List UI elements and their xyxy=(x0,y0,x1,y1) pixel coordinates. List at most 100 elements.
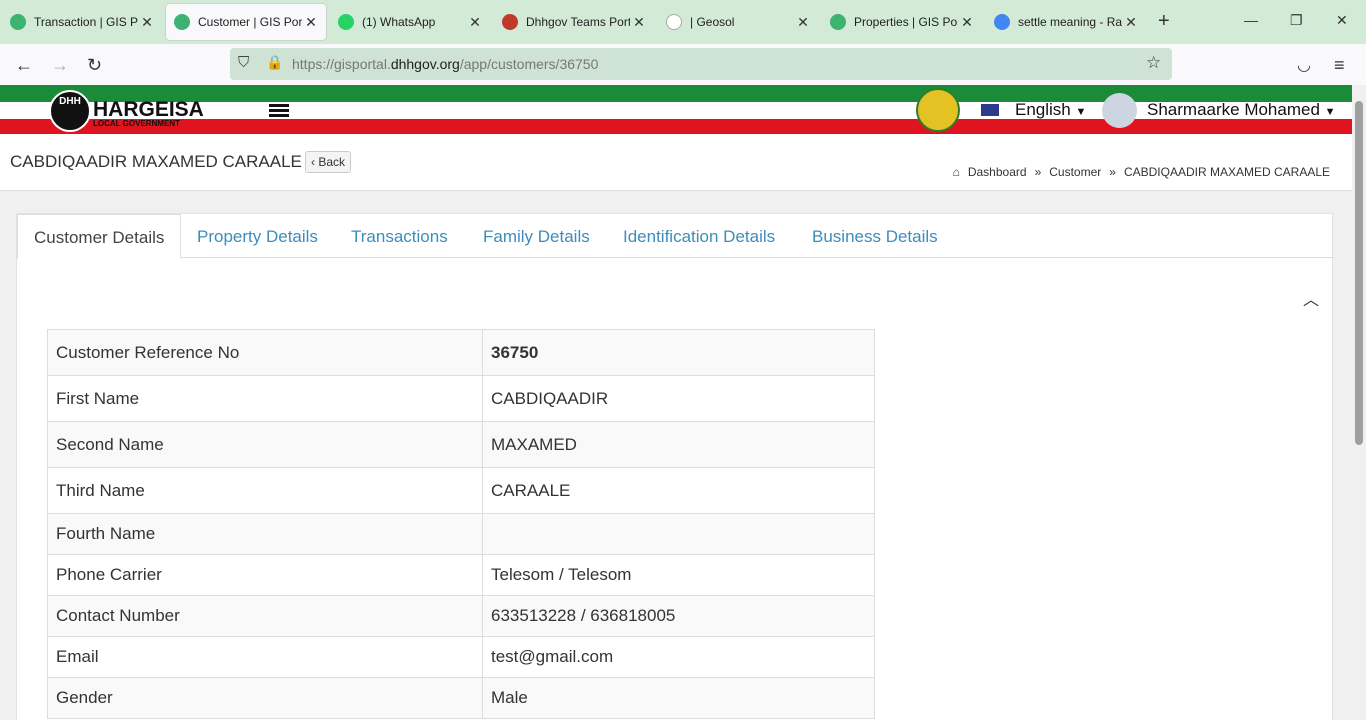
tab-property-details[interactable]: Property Details xyxy=(181,214,334,259)
detail-value: Male xyxy=(482,677,875,719)
shield-icon[interactable]: ⛉ xyxy=(238,54,249,71)
pocket-icon[interactable]: ◡ xyxy=(1297,55,1311,75)
hamburger-menu-icon[interactable] xyxy=(269,104,289,118)
new-tab-icon[interactable]: + xyxy=(1158,10,1170,33)
close-tab-icon[interactable]: ✕ xyxy=(794,14,812,31)
back-label: Back xyxy=(318,155,346,169)
breadcrumb: ⌂ Dashboard » Customer » CABDIQAADIR MAX… xyxy=(949,165,1334,179)
table-row: Email test@gmail.com xyxy=(47,636,875,678)
minimize-icon[interactable]: — xyxy=(1244,12,1258,28)
detail-value: CARAALE xyxy=(482,467,875,514)
close-tab-icon[interactable]: ✕ xyxy=(138,14,156,31)
gis-favicon-icon xyxy=(10,14,26,30)
tab-identification-details[interactable]: Identification Details xyxy=(607,214,791,259)
forward-arrow-icon[interactable]: → xyxy=(51,55,69,76)
url-text[interactable]: https://gisportal.dhhgov.org/app/custome… xyxy=(292,56,598,72)
table-row: Third Name CARAALE xyxy=(47,467,875,514)
site-header: DHH HARGEISA LOCAL GOVERNMENT English ▼ … xyxy=(0,85,1352,135)
page-title-bar: CABDIQAADIR MAXAMED CARAALE ‹ Back ⌂ Das… xyxy=(0,135,1352,191)
close-tab-icon[interactable]: ✕ xyxy=(302,14,320,31)
google-icon xyxy=(994,14,1010,30)
table-row: Second Name MAXAMED xyxy=(47,421,875,468)
table-row: Customer Reference No 36750 xyxy=(47,329,875,376)
caret-down-icon: ▼ xyxy=(1324,106,1336,118)
detail-label: Contact Number xyxy=(47,595,483,637)
detail-label: Gender xyxy=(47,677,483,719)
address-bar[interactable]: ⛉ 🔒 https://gisportal.dhhgov.org/app/cus… xyxy=(230,48,1172,80)
language-selector[interactable]: English ▼ xyxy=(1015,100,1086,120)
logo-subtitle: LOCAL GOVERNMENT xyxy=(93,119,180,128)
user-menu[interactable]: Sharmaarke Mohamed ▼ xyxy=(1147,100,1336,120)
chevron-up-icon[interactable]: ︿ xyxy=(1303,286,1319,310)
browser-nav-bar: ← → ↻ ⛉ 🔒 https://gisportal.dhhgov.org/a… xyxy=(0,44,1366,85)
browser-tab[interactable]: Properties | GIS Portal ✕ xyxy=(822,4,982,40)
detail-label: Second Name xyxy=(47,421,483,468)
caret-down-icon: ▼ xyxy=(1075,106,1087,118)
browser-tab-strip: Transaction | GIS Portal ✕ Customer | GI… xyxy=(0,0,1366,44)
browser-tab[interactable]: settle meaning - Raadi ✕ xyxy=(986,4,1146,40)
detail-tabs: Customer Details Property Details Transa… xyxy=(17,214,1334,259)
breadcrumb-current: CABDIQAADIR MAXAMED CARAALE xyxy=(1123,165,1330,179)
tab-transactions[interactable]: Transactions xyxy=(335,214,464,259)
customer-details-table: Customer Reference No 36750 First Name CAB… xyxy=(47,329,875,719)
detail-value: MAXAMED xyxy=(482,421,875,468)
home-icon: ⌂ xyxy=(952,165,960,179)
breadcrumb-dashboard[interactable]: Dashboard xyxy=(968,165,1027,179)
breadcrumb-separator: » xyxy=(1034,165,1042,179)
detail-value: Telesom / Telesom xyxy=(482,554,875,596)
detail-value: test@gmail.com xyxy=(482,636,875,678)
detail-label: First Name xyxy=(47,375,483,422)
browser-tab[interactable]: Dhhgov Teams Portal ✕ xyxy=(494,4,654,40)
menu-icon[interactable]: ≡ xyxy=(1334,55,1345,76)
google-icon xyxy=(666,14,682,30)
back-button[interactable]: ‹ Back xyxy=(305,151,352,173)
bookmark-star-icon[interactable]: ☆ xyxy=(1146,53,1161,73)
page-title: CABDIQAADIR MAXAMED CARAALE xyxy=(10,152,302,171)
tab-business-details[interactable]: Business Details xyxy=(796,214,954,259)
close-tab-icon[interactable]: ✕ xyxy=(1122,14,1140,31)
table-row: Fourth Name xyxy=(47,513,875,555)
browser-tab[interactable]: (1) WhatsApp ✕ xyxy=(330,4,490,40)
close-tab-icon[interactable]: ✕ xyxy=(466,14,484,31)
chevron-left-icon: ‹ xyxy=(311,155,315,169)
back-arrow-icon[interactable]: ← xyxy=(15,55,33,76)
detail-label: Email xyxy=(47,636,483,678)
restore-icon[interactable]: ❐ xyxy=(1290,12,1303,29)
detail-label: Customer Reference No xyxy=(47,329,483,376)
uk-flag-icon[interactable] xyxy=(980,103,1000,117)
page-content: DHH HARGEISA LOCAL GOVERNMENT English ▼ … xyxy=(0,85,1352,720)
tab-family-details[interactable]: Family Details xyxy=(467,214,606,259)
breadcrumb-separator: » xyxy=(1109,165,1116,179)
national-emblem-icon xyxy=(916,88,960,132)
teams-portal-icon xyxy=(502,14,518,30)
tab-customer-details[interactable]: Customer Details xyxy=(17,214,182,259)
user-name: Sharmaarke Mohamed xyxy=(1147,100,1320,119)
table-row: Contact Number 633513228 / 636818005 xyxy=(47,595,875,637)
breadcrumb-customer[interactable]: Customer xyxy=(1049,165,1101,179)
user-avatar[interactable] xyxy=(1102,93,1137,128)
language-label: English xyxy=(1015,100,1071,119)
detail-value: 36750 xyxy=(482,329,875,376)
browser-tab-active[interactable]: Customer | GIS Portal ✕ xyxy=(166,4,326,40)
detail-value xyxy=(482,513,875,555)
gis-favicon-icon xyxy=(174,14,190,30)
details-card: Customer Details Property Details Transa… xyxy=(16,213,1334,720)
close-tab-icon[interactable]: ✕ xyxy=(958,14,976,31)
detail-value: CABDIQAADIR xyxy=(482,375,875,422)
close-tab-icon[interactable]: ✕ xyxy=(630,14,648,31)
close-window-icon[interactable]: ✕ xyxy=(1336,12,1348,29)
page-scrollbar[interactable] xyxy=(1352,85,1366,720)
detail-label: Fourth Name xyxy=(47,513,483,555)
gis-favicon-icon xyxy=(830,14,846,30)
browser-tab[interactable]: | Geosol ✕ xyxy=(658,4,818,40)
browser-tab[interactable]: Transaction | GIS Portal ✕ xyxy=(2,4,162,40)
whatsapp-icon xyxy=(338,14,354,30)
lock-icon[interactable]: 🔒 xyxy=(266,54,283,71)
table-row: Phone Carrier Telesom / Telesom xyxy=(47,554,875,596)
detail-label: Third Name xyxy=(47,467,483,514)
detail-value: 633513228 / 636818005 xyxy=(482,595,875,637)
reload-icon[interactable]: ↻ xyxy=(87,55,102,76)
logo-badge[interactable]: DHH xyxy=(49,90,91,132)
scrollbar-thumb[interactable] xyxy=(1355,101,1363,445)
table-row: First Name CABDIQAADIR xyxy=(47,375,875,422)
